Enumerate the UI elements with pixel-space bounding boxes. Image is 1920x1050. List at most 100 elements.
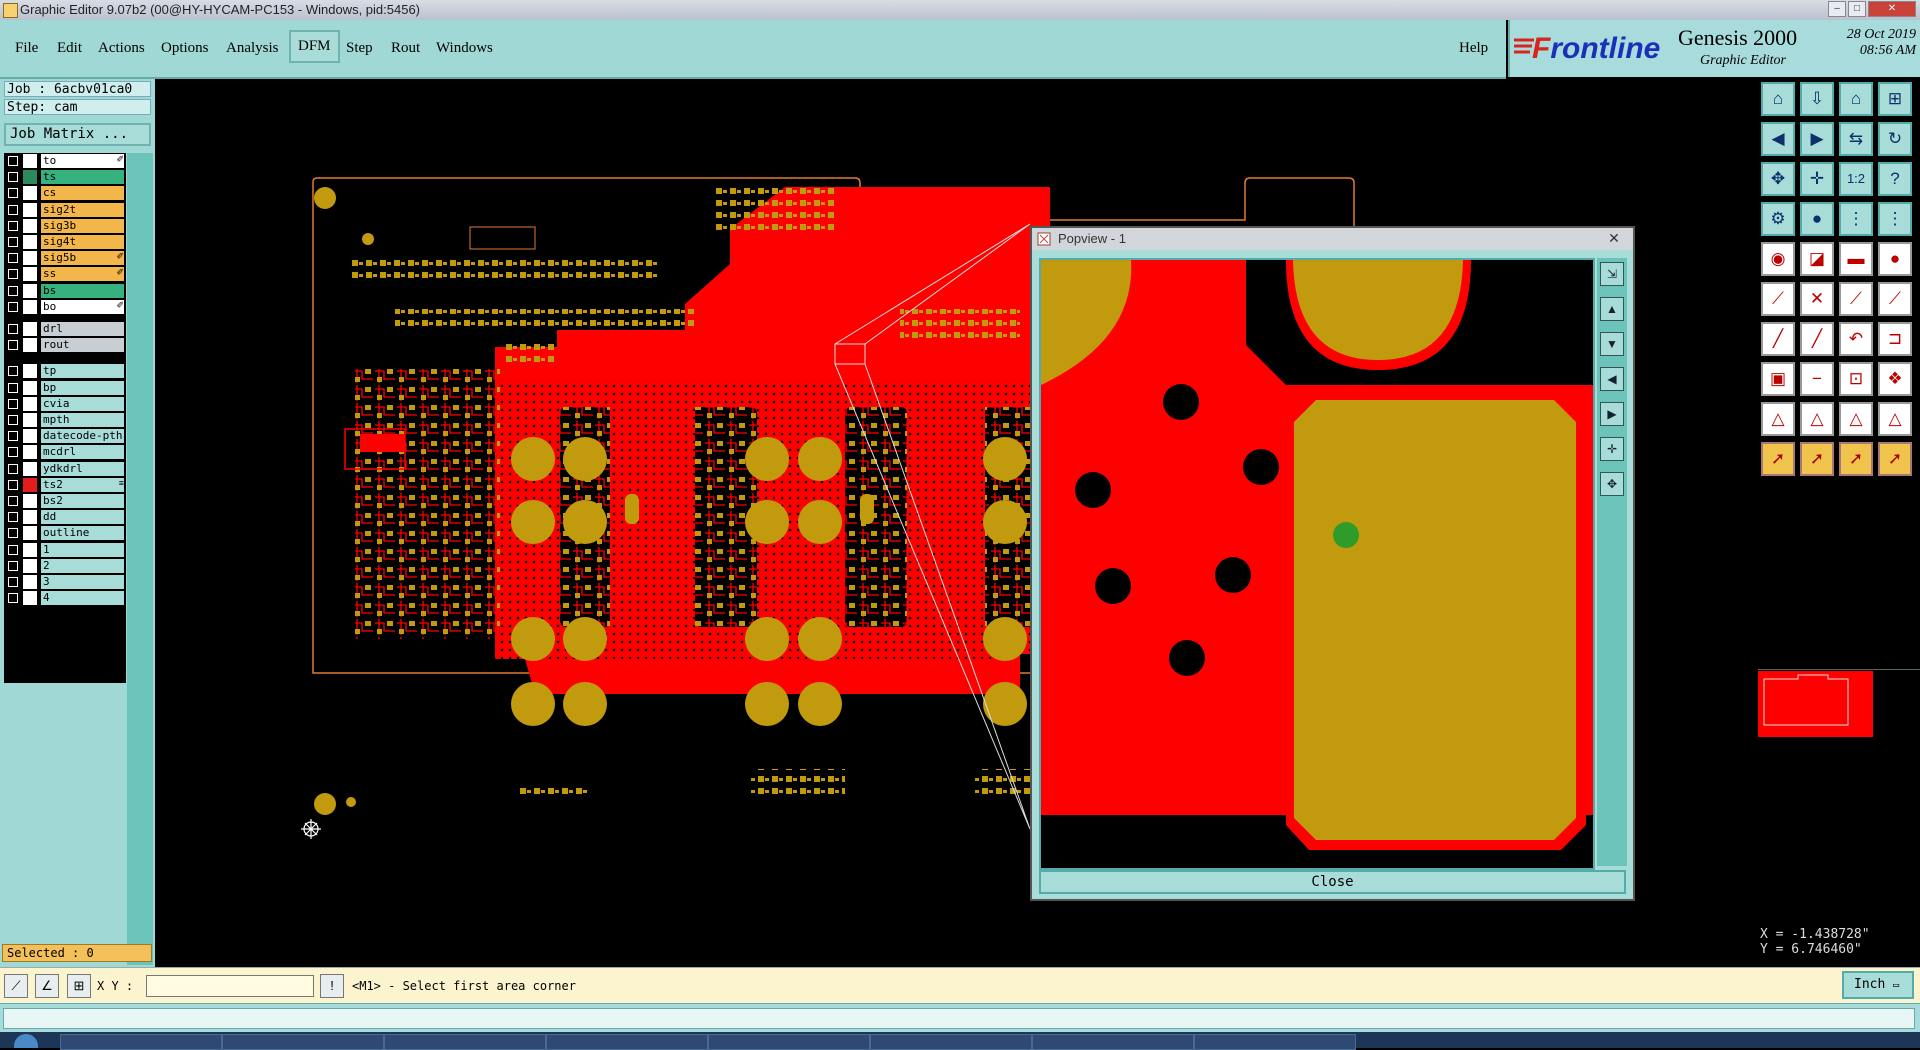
menu-options[interactable]: Options (161, 40, 209, 57)
layer-checkbox[interactable] (8, 237, 18, 247)
select-route-icon[interactable]: ➚ (1878, 442, 1912, 476)
layer-row[interactable]: cs (4, 186, 126, 201)
layer-checkbox[interactable] (8, 382, 18, 393)
layer-row[interactable]: cvia (4, 396, 126, 411)
layer-color-swatch[interactable] (23, 526, 37, 541)
layer-name[interactable]: sig3b (41, 218, 124, 233)
units-selector[interactable]: Inch ▭ (1842, 971, 1914, 999)
layer-name[interactable]: to (41, 154, 124, 168)
pop-zoom-out-icon[interactable]: ▼ (1600, 332, 1624, 356)
layer-name[interactable]: 3 (41, 575, 124, 589)
popview-canvas[interactable] (1039, 258, 1595, 870)
query-icon[interactable]: ? (1878, 162, 1912, 196)
layer-color-swatch[interactable] (23, 154, 37, 168)
connect-icon[interactable]: ⟋ (1761, 282, 1795, 316)
minus-icon[interactable]: − (1800, 362, 1834, 396)
layer-name[interactable]: sig4t (41, 235, 124, 249)
angle-mode-icon[interactable]: ∠ (35, 974, 59, 998)
triangle2-icon[interactable]: △ (1800, 402, 1834, 436)
zoom-down-icon[interactable]: ⇩ (1800, 82, 1834, 116)
scale-icon[interactable]: 1:2 (1839, 162, 1873, 196)
pan-left-icon[interactable]: ◀ (1761, 122, 1795, 156)
layer-name[interactable]: bo (41, 299, 124, 314)
layer-checkbox[interactable] (8, 431, 18, 442)
layer-name[interactable]: ts2 (41, 477, 124, 492)
layer-checkbox[interactable] (8, 188, 18, 199)
layer-color-swatch[interactable] (23, 218, 37, 233)
layer-color-swatch[interactable] (23, 477, 37, 492)
layer-row[interactable]: rout (4, 338, 126, 353)
layer-row[interactable]: sig5b ✐ (4, 251, 126, 266)
route-icon[interactable]: ⊐ (1878, 322, 1912, 356)
layer-checkbox[interactable] (8, 496, 18, 506)
layer-color-swatch[interactable] (23, 542, 37, 557)
cross-icon[interactable]: ✕ (1800, 282, 1834, 316)
maximize-button[interactable]: □ (1848, 1, 1866, 17)
menu-file[interactable]: File (15, 40, 38, 57)
link-icon[interactable]: ⟋ (1839, 282, 1873, 316)
line2-icon[interactable]: ╱ (1800, 322, 1834, 356)
layer-name[interactable]: dd (41, 510, 124, 525)
layer-checkbox[interactable] (8, 204, 18, 215)
line-icon[interactable]: ╱ (1761, 322, 1795, 356)
layer-name[interactable]: mpth (41, 413, 124, 427)
layer-checkbox[interactable] (8, 447, 18, 458)
layer-checkbox[interactable] (8, 253, 18, 264)
layer-checkbox[interactable] (8, 301, 18, 312)
layers-icon[interactable]: ⋮ (1878, 202, 1912, 236)
layer-row[interactable]: 4 (4, 591, 126, 606)
layer-color-swatch[interactable] (23, 202, 37, 217)
layer-row[interactable]: mpth (4, 413, 126, 427)
layer-color-swatch[interactable] (23, 575, 37, 589)
snap-mode-icon[interactable]: ⟋ (4, 974, 28, 998)
layer-row[interactable]: ydkdrl (4, 461, 126, 476)
layer-color-swatch[interactable] (23, 445, 37, 460)
triangle4-icon[interactable]: △ (1878, 402, 1912, 436)
layer-row[interactable]: to ✐ (4, 154, 126, 168)
redraw-icon[interactable]: ↻ (1878, 122, 1912, 156)
fit-icon[interactable]: ✥ (1761, 162, 1795, 196)
layer-color-swatch[interactable] (23, 591, 37, 606)
layer-row[interactable]: mcdrl (4, 445, 126, 460)
center-icon[interactable]: ✛ (1800, 162, 1834, 196)
layer-color-swatch[interactable] (23, 558, 37, 573)
draw-icon[interactable]: ◪ (1800, 242, 1834, 276)
layer-color-swatch[interactable] (23, 510, 37, 525)
split-view-icon[interactable]: ⊞ (1878, 82, 1912, 116)
menu-dfm[interactable]: DFM (289, 30, 340, 63)
layer-checkbox[interactable] (8, 172, 18, 183)
pad-add-icon[interactable]: ▣ (1761, 362, 1795, 396)
xy-input[interactable] (146, 975, 314, 997)
net-icon[interactable]: ⋮ (1839, 202, 1873, 236)
layer-checkbox[interactable] (8, 512, 18, 523)
layer-row[interactable]: sig2t (4, 202, 126, 217)
layer-name[interactable]: bp (41, 380, 124, 395)
layer-name[interactable]: sig2t (41, 202, 124, 217)
layer-color-swatch[interactable] (23, 322, 37, 336)
popview-close-button[interactable]: Close (1039, 870, 1626, 894)
snap-icon[interactable]: ⚙ (1761, 202, 1795, 236)
pop-fit-icon[interactable]: ▶ (1600, 402, 1624, 426)
layer-checkbox[interactable] (8, 324, 18, 334)
select-arrow3-icon[interactable]: ➚ (1839, 442, 1873, 476)
layer-color-swatch[interactable] (23, 396, 37, 411)
layer-name[interactable]: outline (41, 526, 124, 541)
layer-name[interactable]: rout (41, 338, 124, 353)
link2-icon[interactable]: ⟋ (1878, 282, 1912, 316)
layer-row[interactable]: dd (4, 510, 126, 525)
ruler-icon[interactable]: ▬ (1839, 242, 1873, 276)
layer-name[interactable]: bs (41, 283, 124, 298)
layer-name[interactable]: mcdrl (41, 445, 124, 460)
layer-row[interactable]: datecode-pth (4, 429, 126, 444)
layer-color-swatch[interactable] (23, 170, 37, 185)
layer-color-swatch[interactable] (23, 338, 37, 353)
layer-name[interactable]: sig5b (41, 251, 124, 266)
layer-color-swatch[interactable] (23, 494, 37, 508)
camera-icon[interactable]: ◉ (1761, 242, 1795, 276)
pan-right-icon[interactable]: ▶ (1800, 122, 1834, 156)
pop-pan-icon[interactable]: ◀ (1600, 367, 1624, 391)
layer-checkbox[interactable] (8, 463, 18, 474)
layer-row[interactable]: bo ✐ (4, 299, 126, 314)
select-arrow2-icon[interactable]: ➚ (1800, 442, 1834, 476)
layer-color-swatch[interactable] (23, 364, 37, 379)
